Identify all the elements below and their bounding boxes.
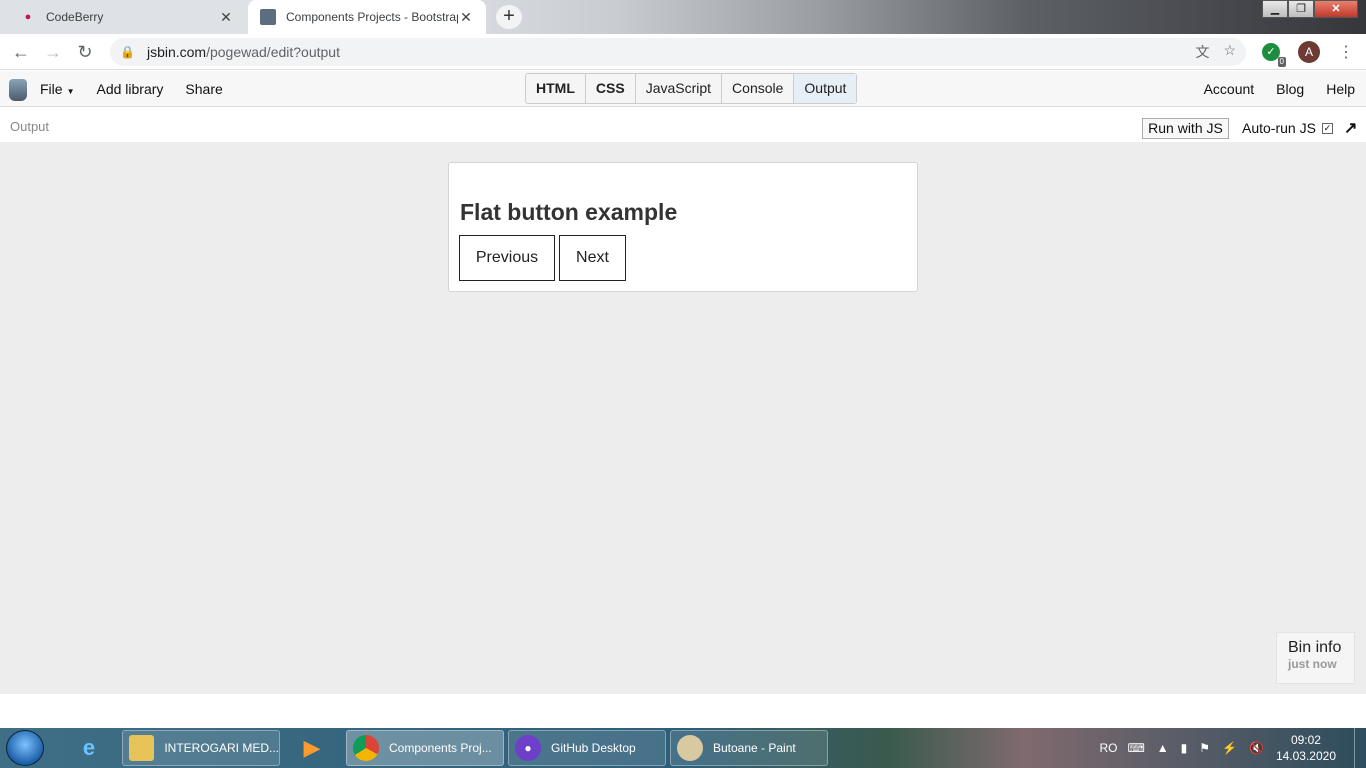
auto-run-js-toggle[interactable]: Auto-run JS ✓ xyxy=(1242,120,1333,136)
share-menu[interactable]: Share xyxy=(185,81,222,97)
internet-explorer-icon[interactable]: e xyxy=(72,732,106,764)
bin-info-panel[interactable]: Bin info just now xyxy=(1276,632,1355,684)
task-folder[interactable]: INTEROGARI MED... xyxy=(122,730,280,766)
tab-codeberry[interactable]: ● CodeBerry ✕ xyxy=(8,0,246,34)
forward-icon[interactable]: → xyxy=(41,40,65,64)
jsbin-header: File ▼ Add library Share HTML CSS JavaScr… xyxy=(0,71,1366,107)
extension-shield-icon[interactable]: ✓ 0 xyxy=(1262,43,1286,67)
show-hidden-icons-icon[interactable]: ▲ xyxy=(1157,741,1169,755)
output-label: Output xyxy=(10,119,50,134)
back-icon[interactable]: ← xyxy=(9,40,33,64)
tab-title: CodeBerry xyxy=(46,10,104,24)
lock-icon: 🔒 xyxy=(120,45,135,59)
tab-components-projects[interactable]: Components Projects - Bootstrap ✕ xyxy=(248,0,486,34)
language-indicator[interactable]: RO xyxy=(1099,741,1117,755)
restore-button[interactable]: ❐ xyxy=(1288,0,1314,18)
avatar[interactable]: A xyxy=(1298,41,1320,63)
new-tab-button[interactable]: + xyxy=(496,5,522,29)
task-chrome[interactable]: Components Proj... xyxy=(346,730,504,766)
close-icon[interactable]: ✕ xyxy=(458,9,474,26)
window-controls: ▁ ❐ ✕ xyxy=(1262,0,1358,18)
run-with-js-button[interactable]: Run with JS xyxy=(1142,118,1229,139)
network-icon[interactable]: ▮ xyxy=(1181,741,1188,755)
next-button[interactable]: Next xyxy=(559,235,626,281)
file-menu[interactable]: File ▼ xyxy=(40,81,74,97)
media-player-icon[interactable]: ▶ xyxy=(295,732,329,764)
clock[interactable]: 09:02 14.03.2020 xyxy=(1276,732,1336,764)
reload-icon[interactable]: ↻ xyxy=(73,40,97,64)
panel-output[interactable]: Output xyxy=(794,74,857,103)
panel-toggles: HTML CSS JavaScript Console Output xyxy=(525,73,858,104)
panel-css[interactable]: CSS xyxy=(586,74,636,103)
bookmark-star-icon[interactable]: ☆ xyxy=(1223,42,1236,62)
task-github-desktop[interactable]: ● GitHub Desktop xyxy=(508,730,666,766)
example-card: Flat button example Previous Next xyxy=(448,162,918,292)
extension-badge: 0 xyxy=(1277,57,1286,67)
panel-javascript[interactable]: JavaScript xyxy=(636,74,723,103)
help-link[interactable]: Help xyxy=(1326,81,1355,97)
browser-toolbar: ← → ↻ 🔒 jsbin.com/pogewad/edit?output ⽂ … xyxy=(0,34,1366,70)
task-label: Butoane - Paint xyxy=(713,741,796,755)
clock-time: 09:02 xyxy=(1290,733,1321,747)
browser-tab-strip: ● CodeBerry ✕ Components Projects - Boot… xyxy=(0,0,1366,34)
previous-button[interactable]: Previous xyxy=(459,235,555,281)
panel-html[interactable]: HTML xyxy=(526,74,586,103)
task-paint[interactable]: Butoane - Paint xyxy=(670,730,828,766)
page-title: Flat button example xyxy=(460,199,678,225)
chrome-icon xyxy=(353,735,379,761)
blog-link[interactable]: Blog xyxy=(1276,81,1304,97)
jsbin-logo[interactable] xyxy=(9,79,27,101)
clock-date: 14.03.2020 xyxy=(1275,749,1336,763)
task-label: GitHub Desktop xyxy=(551,741,636,755)
close-icon[interactable]: ✕ xyxy=(218,9,234,26)
power-icon[interactable]: ⚡ xyxy=(1222,741,1237,755)
menu-kebab-icon[interactable]: ⋮ xyxy=(1338,42,1354,62)
jsbin-icon xyxy=(260,9,276,25)
auto-run-label: Auto-run JS xyxy=(1242,120,1316,136)
volume-muted-icon[interactable]: 🔇 xyxy=(1249,741,1264,755)
minimize-button[interactable]: ▁ xyxy=(1262,0,1288,18)
folder-icon xyxy=(129,735,155,761)
page-bottom-area xyxy=(0,694,1366,728)
bin-info-time: just now xyxy=(1288,657,1337,671)
tab-title: Components Projects - Bootstrap xyxy=(286,10,458,24)
flag-icon[interactable]: ⚑ xyxy=(1199,741,1210,755)
account-link[interactable]: Account xyxy=(1204,81,1255,97)
system-tray: RO ⌨ ▲ ▮ ⚑ ⚡ 🔇 09:02 14.03.2020 xyxy=(1099,728,1366,768)
task-label: Components Proj... xyxy=(389,741,492,755)
panel-console[interactable]: Console xyxy=(722,74,795,103)
show-desktop-button[interactable] xyxy=(1354,728,1366,768)
address-bar[interactable]: 🔒 jsbin.com/pogewad/edit?output ⽂ ☆ xyxy=(110,38,1246,66)
raspberry-icon: ● xyxy=(24,11,32,23)
translate-icon[interactable]: ⽂ xyxy=(1195,42,1209,62)
url-text: jsbin.com/pogewad/edit?output xyxy=(146,44,340,60)
paint-icon xyxy=(677,735,703,761)
github-icon: ● xyxy=(515,735,541,761)
task-label: INTEROGARI MED... xyxy=(164,741,279,755)
bin-info-title: Bin info xyxy=(1288,639,1342,656)
windows-taskbar: e INTEROGARI MED... ▶ Components Proj...… xyxy=(0,728,1366,768)
add-library-menu[interactable]: Add library xyxy=(96,81,163,97)
caret-down-icon: ▼ xyxy=(66,87,75,96)
popout-arrow-icon[interactable]: ↗ xyxy=(1344,118,1357,138)
close-window-button[interactable]: ✕ xyxy=(1314,0,1358,18)
auto-run-checkbox[interactable]: ✓ xyxy=(1321,122,1333,134)
keyboard-icon[interactable]: ⌨ xyxy=(1127,741,1144,755)
start-button[interactable] xyxy=(6,730,44,766)
output-frame: Flat button example Previous Next Bin in… xyxy=(0,142,1366,694)
